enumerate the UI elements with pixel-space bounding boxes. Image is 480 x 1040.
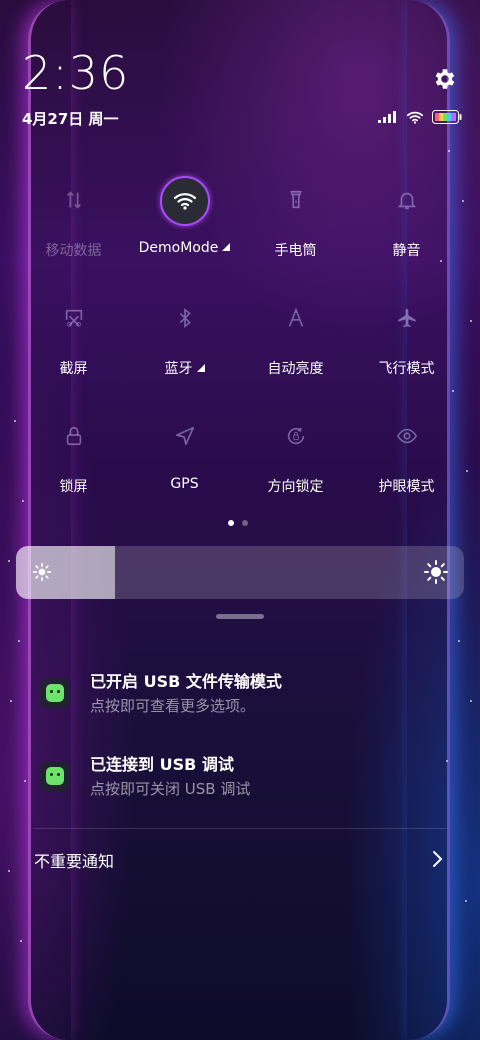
notification-title: 已开启 USB 文件传输模式 <box>90 672 282 691</box>
tile-mobile-data[interactable]: 移动数据 <box>18 170 129 270</box>
mobile-data-icon <box>50 176 98 224</box>
battery-icon <box>432 110 462 124</box>
tile-screenshot[interactable]: 截屏 <box>18 288 129 388</box>
tile-lock-screen[interactable]: 锁屏 <box>18 406 129 506</box>
unimportant-notifications-label: 不重要通知 <box>34 852 115 871</box>
drawer-handle[interactable] <box>216 614 264 619</box>
auto-brightness-icon <box>272 294 320 342</box>
status-bar-icons <box>378 110 462 124</box>
clock-time: 2:36 <box>22 46 130 100</box>
tile-label: 自动亮度 <box>267 361 324 377</box>
sun-small-icon <box>32 562 52 582</box>
wifi-icon <box>406 111 424 124</box>
notification-subtitle: 点按即可查看更多选项。 <box>90 697 256 715</box>
page-dot-active[interactable] <box>228 520 234 526</box>
location-icon <box>161 412 209 460</box>
notification-usb-debugging[interactable]: 已连接到 USB 调试 点按即可关闭 USB 调试 <box>40 751 460 811</box>
notification-subtitle: 点按即可关闭 USB 调试 <box>90 780 251 798</box>
tile-label: 移动数据 <box>45 243 102 259</box>
tile-label: 护眼模式 <box>378 479 435 495</box>
tile-airplane[interactable]: 飞行模式 <box>351 288 462 388</box>
page-dot[interactable] <box>242 520 248 526</box>
divider <box>34 828 446 829</box>
expand-caret-icon <box>196 364 205 372</box>
unimportant-notifications-row[interactable]: 不重要通知 <box>34 848 448 872</box>
tile-rotation-lock[interactable]: 方向锁定 <box>240 406 351 506</box>
tile-auto-brightness[interactable]: 自动亮度 <box>240 288 351 388</box>
tile-label: GPS <box>170 476 199 492</box>
tile-label: 飞行模式 <box>378 361 435 377</box>
lock-icon <box>50 412 98 460</box>
tile-label: 截屏 <box>59 361 88 377</box>
tile-label: 蓝牙 <box>129 358 240 378</box>
android-robot-icon <box>40 678 70 708</box>
notification-title: 已连接到 USB 调试 <box>90 755 234 774</box>
tile-label: DemoMode <box>129 240 240 256</box>
tile-label: 静音 <box>392 243 421 259</box>
bluetooth-icon <box>161 294 209 342</box>
bell-icon <box>383 176 431 224</box>
tile-flashlight[interactable]: 手电筒 <box>240 170 351 270</box>
sun-large-icon <box>424 560 448 584</box>
screenshot-icon <box>50 294 98 342</box>
tile-label: 锁屏 <box>59 479 88 495</box>
left-edge-glow <box>28 0 71 1040</box>
date-label: 4月27日 周一 <box>22 110 119 128</box>
flashlight-icon <box>272 176 320 224</box>
chevron-right-icon <box>433 851 443 867</box>
tile-label: 方向锁定 <box>267 479 324 495</box>
tile-eye-care[interactable]: 护眼模式 <box>351 406 462 506</box>
airplane-icon <box>383 294 431 342</box>
tile-gps[interactable]: GPS <box>129 406 240 506</box>
gear-icon[interactable] <box>432 66 458 92</box>
brightness-slider[interactable] <box>16 546 464 599</box>
right-edge-glow <box>407 0 450 1040</box>
page-indicator <box>228 520 248 526</box>
wifi-icon <box>159 176 210 226</box>
tile-silent[interactable]: 静音 <box>351 170 462 270</box>
brightness-fill <box>16 546 115 599</box>
notification-usb-transfer[interactable]: 已开启 USB 文件传输模式 点按即可查看更多选项。 <box>40 668 460 728</box>
signal-icon <box>378 111 396 123</box>
tile-bluetooth[interactable]: 蓝牙 <box>129 288 240 388</box>
eye-icon <box>383 412 431 460</box>
expand-caret-icon <box>222 243 231 251</box>
tile-label: 手电筒 <box>274 243 317 259</box>
tile-wifi[interactable]: DemoMode <box>129 170 240 270</box>
rotation-lock-icon <box>272 412 320 460</box>
android-robot-icon <box>40 761 70 791</box>
